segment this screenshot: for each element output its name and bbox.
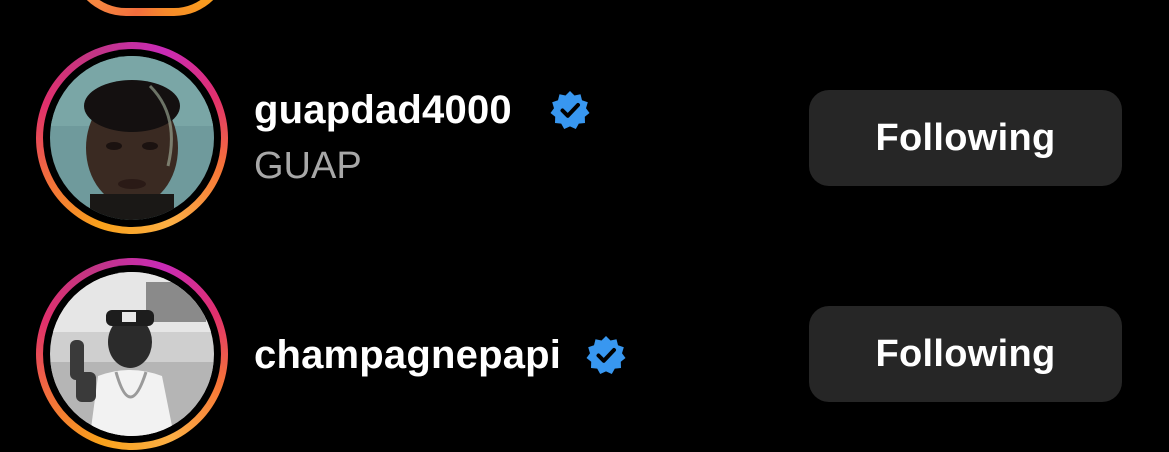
verified-badge-icon: [550, 91, 590, 129]
username[interactable]: champagnepapi: [254, 331, 561, 379]
avatar[interactable]: [50, 56, 214, 220]
avatar-image: [50, 56, 214, 220]
following-button[interactable]: Following: [809, 90, 1122, 186]
username[interactable]: guapdad4000: [254, 86, 512, 134]
full-name: GUAP: [254, 145, 362, 187]
following-button[interactable]: Following: [809, 306, 1122, 402]
following-list: guapdad4000 GUAP Following champagnepapi…: [0, 0, 1169, 452]
avatar[interactable]: [50, 272, 214, 436]
avatar-image: [50, 272, 214, 436]
verified-badge-icon: [586, 336, 626, 374]
